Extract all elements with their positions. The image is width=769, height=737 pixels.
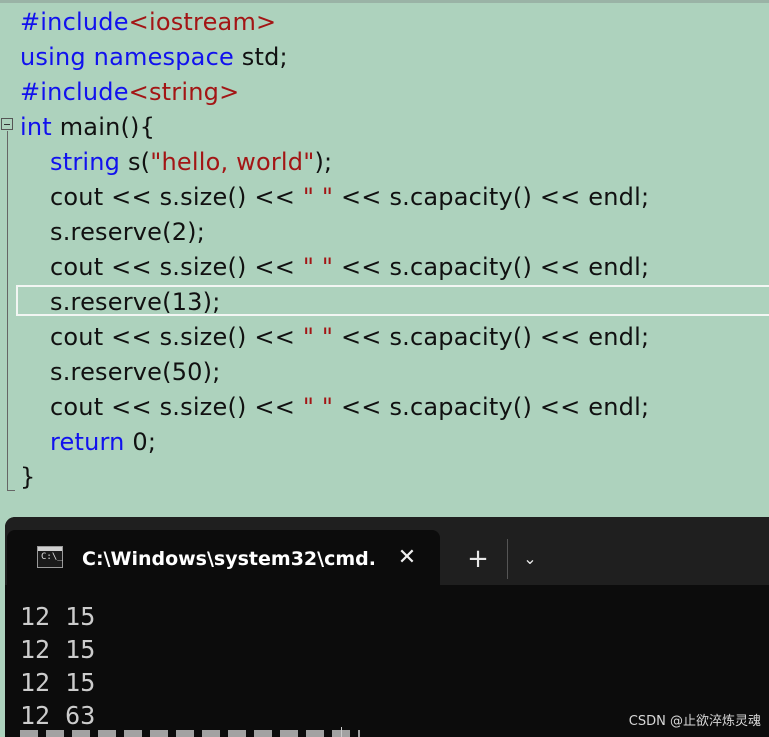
code-line[interactable]: using namespace std; [20,40,288,75]
code-token: << s.capacity() << endl; [333,323,650,351]
code-line[interactable]: cout << s.size() << " " << s.capacity() … [50,250,649,285]
code-token: ); [314,148,333,176]
code-token: s.reserve(13); [50,288,221,316]
code-token: "hello, world" [150,148,315,176]
terminal-output-line: 12 15 [20,602,96,631]
code-token: s.reserve(50); [50,358,221,386]
terminal-tab-bar: C:\_ C:\Windows\system32\cmd.exe ✕ + ⌄ [5,517,769,585]
code-token: cout << s.size() << [50,183,303,211]
code-line[interactable]: cout << s.size() << " " << s.capacity() … [50,320,649,355]
csdn-watermark: CSDN @止欲淬炼灵魂 [628,714,761,729]
code-token: } [20,463,36,491]
code-token: return [50,428,125,456]
code-token: int [20,113,52,141]
cmd-icon-titlebar [38,547,62,551]
code-token: " " [302,183,334,211]
code-token: <string> [128,78,240,106]
code-token: << s.capacity() << endl; [333,253,650,281]
new-tab-button[interactable]: + [460,544,496,574]
code-line[interactable]: s.reserve(2); [50,215,205,250]
chevron-down-icon[interactable]: ⌄ [515,544,545,574]
terminal-output-line: 12 63 [20,701,96,730]
code-line[interactable]: string s("hello, world"); [50,145,332,180]
code-line[interactable]: s.reserve(13); [50,285,221,320]
code-token: s.reserve(2); [50,218,206,246]
terminal-output-line: 12 15 [20,635,96,664]
cmd-icon-prompt: C:\_ [41,552,63,562]
code-token: << s.capacity() << endl; [333,183,650,211]
fold-guide-end [7,490,15,491]
text-cursor [341,727,342,737]
code-token: #include [20,78,129,106]
terminal-output-line: 12 15 [20,668,96,697]
code-token: std; [233,43,288,71]
fold-guide-line [7,131,8,491]
code-token: cout << s.size() << [50,393,303,421]
close-tab-icon[interactable]: ✕ [392,543,422,573]
code-token: cout << s.size() << [50,323,303,351]
code-token: using [20,43,86,71]
tab-title: C:\Windows\system32\cmd.exe [82,548,374,570]
code-token: main(){ [51,113,156,141]
code-line[interactable]: #include<iostream> [20,5,276,40]
cmd-prompt-icon: C:\_ [37,546,63,568]
code-token: #include [20,8,129,36]
tab-separator [507,539,508,579]
code-token: " " [302,393,334,421]
code-token: << s.capacity() << endl; [333,393,650,421]
code-line[interactable]: int main(){ [20,110,155,145]
code-token: " " [302,323,334,351]
code-line[interactable]: cout << s.size() << " " << s.capacity() … [50,390,649,425]
code-editor[interactable]: #include<iostream> using namespace std; … [0,0,769,510]
code-token: string [50,148,121,176]
terminal-cutoff-line [20,730,360,737]
code-token: namespace [93,43,234,71]
code-token: cout << s.size() << [50,253,303,281]
code-line[interactable]: return 0; [50,425,156,460]
code-line[interactable]: s.reserve(50); [50,355,221,390]
code-token: 0; [124,428,157,456]
terminal-window[interactable]: C:\_ C:\Windows\system32\cmd.exe ✕ + ⌄ 1… [5,517,769,737]
code-line[interactable]: } [20,460,35,495]
code-token: " " [302,253,334,281]
code-token: <iostream> [128,8,277,36]
code-token: s( [120,148,151,176]
fold-collapse-icon[interactable] [1,118,13,130]
terminal-tab[interactable]: C:\_ C:\Windows\system32\cmd.exe ✕ [7,530,440,585]
code-line[interactable]: #include<string> [20,75,239,110]
editor-top-border [0,0,769,3]
code-line[interactable]: cout << s.size() << " " << s.capacity() … [50,180,649,215]
